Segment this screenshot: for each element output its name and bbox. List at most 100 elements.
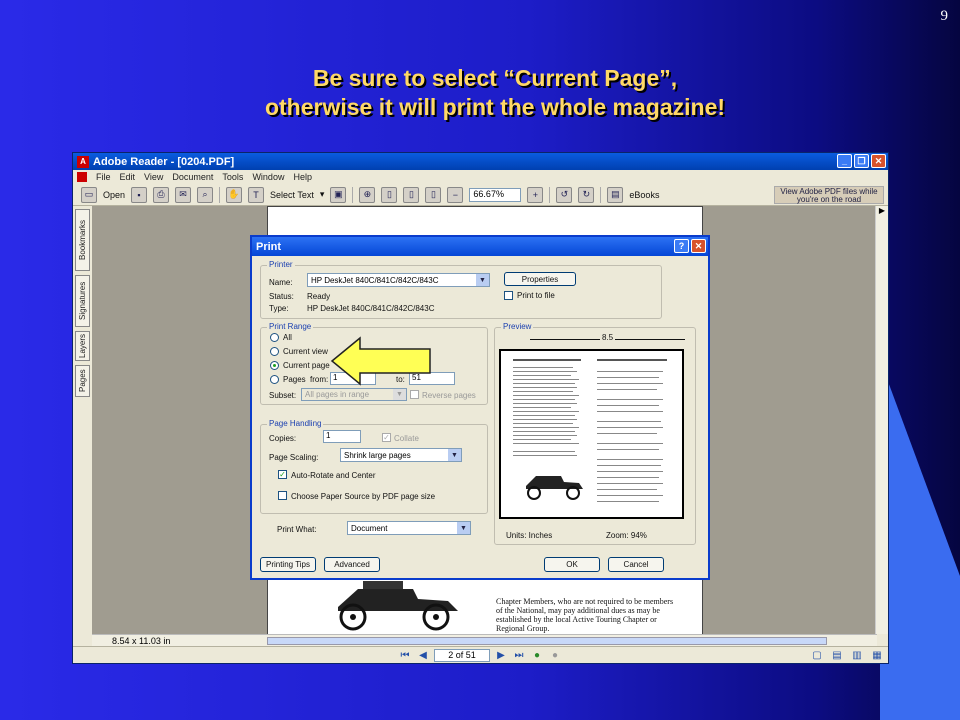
collate-checkbox[interactable]: ✓	[382, 433, 391, 442]
page-size-label: 8.54 x 11.03 in	[112, 635, 171, 646]
current-view-radio[interactable]	[270, 347, 279, 356]
toolbar-separator	[352, 186, 354, 203]
print-icon[interactable]: ⎙	[153, 186, 170, 203]
ok-button[interactable]: OK	[544, 557, 600, 572]
fit-width-icon[interactable]: ▯	[425, 186, 442, 203]
rotate-left-icon[interactable]: ↺	[556, 186, 573, 203]
page-scaling-select[interactable]: Shrink large pages ▼	[340, 448, 462, 462]
printer-group-label: Printer	[267, 260, 295, 269]
open-button[interactable]: Open	[103, 190, 125, 200]
collate-label: Collate	[394, 434, 419, 443]
callout-arrow-icon	[330, 336, 431, 386]
print-what-select[interactable]: Document ▼	[347, 521, 471, 535]
minimize-button[interactable]: _	[837, 154, 852, 168]
go-forward-icon[interactable]: ●	[548, 649, 562, 661]
search-icon[interactable]: ⌕	[197, 186, 214, 203]
previous-page-icon[interactable]: ◀	[416, 649, 430, 661]
print-what-value: Document	[351, 523, 388, 533]
print-what-label: Print What:	[277, 525, 317, 534]
copies-stepper[interactable]: 1	[323, 430, 361, 443]
tab-pages[interactable]: Pages	[75, 365, 90, 397]
menu-help[interactable]: Help	[293, 172, 312, 182]
all-radio[interactable]	[270, 333, 279, 342]
print-to-file-checkbox[interactable]	[504, 291, 513, 300]
choose-paper-source-checkbox[interactable]	[278, 491, 287, 500]
next-page-icon[interactable]: ▶	[494, 649, 508, 661]
auto-rotate-checkbox[interactable]: ✓	[278, 470, 287, 479]
all-radio-label: All	[283, 333, 292, 342]
maximize-button[interactable]: ❐	[854, 154, 869, 168]
pages-radio-label: Pages	[283, 375, 306, 384]
navigation-tabs: Bookmarks Signatures Layers Pages	[75, 209, 91, 549]
folder-icon[interactable]: ▭	[81, 186, 97, 203]
promo-text-line-2: you're on the road	[796, 195, 862, 204]
fit-page-icon[interactable]: ▯	[403, 186, 420, 203]
preview-zoom-label: Zoom: 94%	[606, 531, 647, 540]
facing-icon[interactable]: ▥	[850, 649, 864, 661]
select-text-button[interactable]: Select Text	[270, 190, 314, 200]
properties-button[interactable]: Properties	[504, 272, 576, 286]
printer-name-value: HP DeskJet 840C/841C/842C/843C	[311, 275, 439, 285]
actual-size-icon[interactable]: ▯	[381, 186, 398, 203]
printing-tips-button[interactable]: Printing Tips	[260, 557, 316, 572]
promo-banner[interactable]: View Adobe PDF files while you're on the…	[774, 186, 884, 204]
chevron-down-icon[interactable]: ▼	[476, 274, 489, 286]
email-icon[interactable]: ✉	[175, 186, 192, 203]
first-page-icon[interactable]: ⏮	[398, 649, 412, 661]
advanced-button[interactable]: Advanced	[324, 557, 380, 572]
hand-tool-icon[interactable]: ✋	[226, 186, 243, 203]
menu-document[interactable]: Document	[172, 172, 213, 182]
chevron-down-icon[interactable]: ▼	[448, 449, 461, 461]
menu-file[interactable]: File	[96, 172, 111, 182]
menu-tools[interactable]: Tools	[222, 172, 243, 182]
print-dialog-title-bar[interactable]: Print ? ✕	[252, 237, 708, 256]
print-preview-page	[499, 349, 684, 519]
subset-select[interactable]: All pages in range ▼	[301, 388, 407, 401]
horizontal-scroll-thumb[interactable]	[267, 637, 827, 645]
slide-background-shape	[880, 360, 960, 720]
tab-bookmarks[interactable]: Bookmarks	[75, 209, 90, 271]
ebooks-button[interactable]: eBooks	[629, 190, 659, 200]
page-number-field[interactable]: 2 of 51	[434, 648, 490, 662]
tab-layers[interactable]: Layers	[75, 331, 90, 361]
menu-window[interactable]: Window	[252, 172, 284, 182]
reverse-pages-checkbox[interactable]	[410, 390, 419, 399]
chevron-down-icon[interactable]: ▼	[393, 389, 406, 400]
continuous-facing-icon[interactable]: ▦	[870, 649, 884, 661]
current-page-radio[interactable]	[270, 361, 279, 370]
scroll-right-arrow-icon[interactable]: ▶	[876, 206, 888, 215]
copies-label: Copies:	[269, 434, 297, 443]
zoom-level-field[interactable]: 66.67%	[469, 187, 522, 202]
tab-signatures[interactable]: Signatures	[75, 275, 90, 327]
status-bar: ⏮ ◀ 2 of 51 ▶ ⏭ ● ● ▢ ▤ ▥ ▦	[73, 646, 888, 663]
page-scaling-label: Page Scaling:	[269, 453, 319, 462]
close-button[interactable]: ✕	[871, 154, 886, 168]
help-button[interactable]: ?	[674, 239, 689, 253]
snapshot-icon[interactable]: ▣	[330, 186, 347, 203]
ebooks-icon[interactable]: ▤	[607, 186, 624, 203]
dialog-close-button[interactable]: ✕	[691, 239, 706, 253]
single-page-icon[interactable]: ▢	[810, 649, 824, 661]
horizontal-scrollbar[interactable]: 8.54 x 11.03 in	[92, 634, 877, 646]
zoom-increase-icon[interactable]: +	[527, 186, 544, 203]
menu-edit[interactable]: Edit	[120, 172, 136, 182]
save-icon[interactable]: ▪	[131, 186, 148, 203]
go-back-icon[interactable]: ●	[530, 649, 544, 661]
printer-type-label: Type:	[269, 304, 289, 313]
continuous-icon[interactable]: ▤	[830, 649, 844, 661]
menu-view[interactable]: View	[144, 172, 163, 182]
reader-title-bar[interactable]: A Adobe Reader - [0204.PDF] _ ❐ ✕	[73, 153, 888, 170]
vertical-scrollbar[interactable]: ▶	[875, 206, 888, 634]
auto-rotate-label: Auto-Rotate and Center	[291, 471, 376, 480]
pages-radio[interactable]	[270, 375, 279, 384]
chevron-down-icon[interactable]: ▼	[457, 522, 470, 534]
slide-number: 9	[940, 8, 949, 24]
select-text-dropdown-icon[interactable]: ▾	[320, 189, 325, 200]
zoom-in-icon[interactable]: ⊕	[359, 186, 376, 203]
select-text-icon[interactable]: T	[248, 186, 265, 203]
rotate-right-icon[interactable]: ↻	[578, 186, 595, 203]
printer-name-select[interactable]: HP DeskJet 840C/841C/842C/843C ▼	[307, 273, 490, 287]
last-page-icon[interactable]: ⏭	[512, 649, 526, 661]
cancel-button[interactable]: Cancel	[608, 557, 664, 572]
zoom-out-icon[interactable]: −	[447, 186, 464, 203]
